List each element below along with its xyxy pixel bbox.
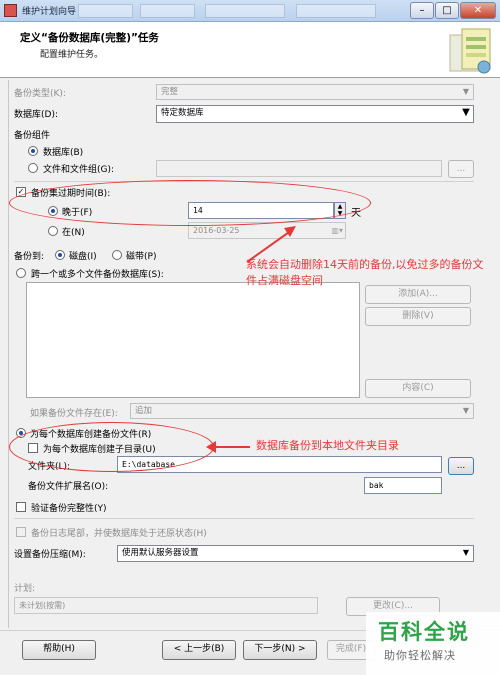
background-tab <box>296 4 376 18</box>
divider <box>14 518 474 519</box>
chevron-down-icon: ▼ <box>462 87 470 96</box>
schedule-field: 未计划(按需) <box>14 597 318 614</box>
close-icon[interactable]: ✕ <box>460 2 496 19</box>
backup-tape-label: 磁带(P) <box>126 252 157 262</box>
across-files-label: 跨一个或多个文件备份数据库(S): <box>31 270 164 280</box>
next-button[interactable]: 下一步(N) > <box>243 640 317 660</box>
backup-type-label: 备份类型(K): <box>14 89 66 99</box>
backup-component-label: 备份组件 <box>14 131 51 141</box>
chevron-down-icon: ▼ <box>462 406 470 415</box>
ext-label: 备份文件扩展名(O): <box>28 482 109 492</box>
content-button[interactable]: 内容(C) <box>365 379 471 398</box>
component-database-label: 数据库(B) <box>43 148 84 158</box>
database-value: 特定数据库 <box>161 108 204 118</box>
filegroup-field[interactable] <box>156 160 442 177</box>
page-title: 定义“备份数据库(完整)”任务 <box>20 32 159 44</box>
if-exists-label: 如果备份文件存在(E): <box>30 409 118 419</box>
app-icon <box>4 4 17 17</box>
backup-disk-radio[interactable] <box>55 250 65 260</box>
compression-value: 使用默认服务器设置 <box>122 548 199 558</box>
chevron-down-icon: ▼ <box>462 548 470 557</box>
backup-tape-radio[interactable] <box>112 250 122 260</box>
verify-checkbox[interactable] <box>16 502 26 512</box>
watermark-logo: 百科全说 <box>378 620 470 644</box>
background-tab <box>205 4 285 18</box>
verify-label: 验证备份完整性(Y) <box>31 504 107 514</box>
expire-on-radio[interactable] <box>48 226 58 236</box>
backup-files-list[interactable] <box>26 282 360 398</box>
ext-field[interactable]: bak <box>364 477 442 494</box>
schedule-label: 计划: <box>14 584 36 594</box>
tail-log-checkbox[interactable] <box>16 527 26 537</box>
database-label: 数据库(D): <box>14 110 58 120</box>
title-bar[interactable]: 维护计划向导 – □ ✕ <box>0 0 500 22</box>
watermark-tagline: 助你轻松解决 <box>384 649 456 662</box>
expire-annotation: 系统会自动删除14天前的备份,以免过多的备份文件占满磁盘空间 <box>246 258 484 287</box>
background-tab <box>78 4 133 18</box>
compression-select[interactable]: 使用默认服务器设置 ▼ <box>117 545 474 562</box>
schedule-value: 未计划(按需) <box>19 601 66 610</box>
component-database-radio[interactable] <box>28 146 38 156</box>
filegroup-browse-button[interactable]: ... <box>448 160 474 178</box>
maximize-icon[interactable]: □ <box>435 2 459 19</box>
backup-type-select[interactable]: 完整 ▼ <box>156 84 474 100</box>
background-tab <box>140 4 195 18</box>
folder-browse-button[interactable]: ... <box>448 457 474 475</box>
backup-disk-label: 磁盘(I) <box>69 252 97 262</box>
folder-highlight-ellipse <box>9 422 214 472</box>
expire-highlight-ellipse <box>9 180 371 226</box>
expire-on-label: 在(N) <box>62 228 85 238</box>
wizard-banner-icon <box>449 28 491 74</box>
expire-date-value: 2016-03-25 <box>193 226 240 235</box>
component-files-label: 文件和文件组(G): <box>43 165 115 175</box>
calendar-dropdown-icon: ▥▾ <box>331 226 343 235</box>
database-select[interactable]: 特定数据库 ▼ <box>156 105 474 123</box>
compression-label: 设置备份压缩(M): <box>14 550 86 560</box>
remove-button[interactable]: 删除(V) <box>365 307 471 326</box>
component-files-radio[interactable] <box>28 163 38 173</box>
ext-value: bak <box>369 481 384 490</box>
backup-type-value: 完整 <box>161 87 179 97</box>
folder-annotation: 数据库备份到本地文件夹目录 <box>256 439 399 452</box>
tail-log-label: 备份日志尾部，并使数据库处于还原状态(H) <box>31 529 207 539</box>
page-subtitle: 配置维护任务。 <box>40 50 104 60</box>
across-files-radio[interactable] <box>16 268 26 278</box>
if-exists-select[interactable]: 追加 ▼ <box>130 403 474 419</box>
back-button[interactable]: < 上一步(B) <box>162 640 236 660</box>
help-button[interactable]: 帮助(H) <box>22 640 96 660</box>
window-title: 维护计划向导 <box>22 7 77 17</box>
if-exists-value: 追加 <box>135 406 153 416</box>
chevron-down-icon: ▼ <box>462 107 470 118</box>
backup-to-label: 备份到: <box>14 252 45 262</box>
minimize-icon[interactable]: – <box>410 2 434 19</box>
